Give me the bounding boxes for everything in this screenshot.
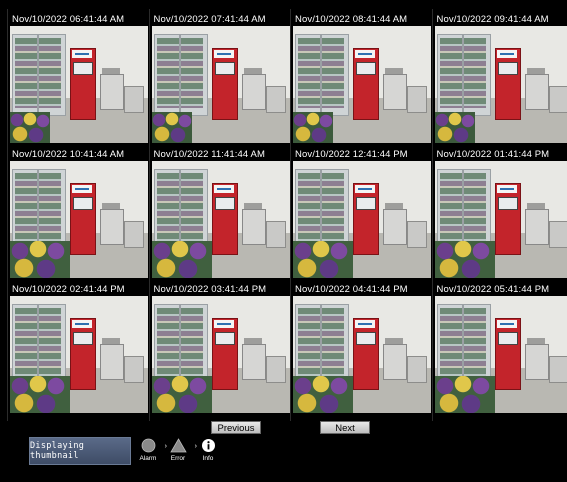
thumbnail-timestamp: Nov/10/2022 03:41:44 PM [153, 284, 267, 295]
camera-thumbnail-image[interactable] [10, 26, 148, 143]
strip-divider [148, 413, 291, 421]
thumbnail-timestamp: Nov/10/2022 05:41:44 PM [436, 284, 550, 295]
thumbnail-timestamp: Nov/10/2022 11:41:44 AM [153, 149, 265, 160]
thumbnail-tile[interactable]: Nov/10/2022 02:41:44 PM [7, 279, 149, 414]
status-bar: Displaying thumbnail Alarm › Error › Inf… [29, 437, 221, 467]
thumbnail-timestamp: Nov/10/2022 07:41:44 AM [153, 14, 266, 25]
displaying-thumbnail-button[interactable]: Displaying thumbnail [29, 437, 131, 465]
camera-thumbnail-image[interactable] [293, 26, 431, 143]
camera-thumbnail-image[interactable] [293, 296, 431, 413]
thumbnail-timestamp: Nov/10/2022 09:41:44 AM [436, 14, 549, 25]
previous-button[interactable]: Previous [211, 421, 261, 434]
thumbnail-timestamp: Nov/10/2022 01:41:44 PM [436, 149, 550, 160]
next-button[interactable]: Next [320, 421, 370, 434]
thumbnail-timestamp: Nov/10/2022 12:41:44 PM [295, 149, 408, 160]
camera-thumbnail-image[interactable] [151, 296, 290, 413]
camera-thumbnail-image[interactable] [434, 296, 567, 413]
error-indicator[interactable]: Error › [165, 437, 197, 465]
thumbnail-tile[interactable]: Nov/10/2022 05:41:44 PM [431, 279, 567, 414]
thumbnail-grid: Nov/10/2022 06:41:44 AM Nov/10/2022 07:41… [7, 9, 567, 414]
thumbnail-timestamp: Nov/10/2022 04:41:44 PM [295, 284, 408, 295]
info-circle-icon [201, 437, 216, 454]
thumbnail-tile[interactable]: Nov/10/2022 10:41:44 AM [7, 144, 149, 279]
info-label: Info [202, 455, 214, 462]
alarm-label: Alarm [139, 455, 157, 462]
thumbnail-tile[interactable]: Nov/10/2022 09:41:44 AM [431, 9, 567, 144]
camera-thumbnail-image[interactable] [10, 296, 148, 413]
thumbnail-tile[interactable]: Nov/10/2022 03:41:44 PM [148, 279, 290, 414]
error-triangle-icon [169, 437, 187, 454]
alarm-indicator[interactable]: Alarm › [135, 437, 167, 465]
error-label: Error [170, 455, 186, 462]
info-indicator[interactable]: Info [195, 437, 221, 465]
thumbnail-viewer: Nov/10/2022 06:41:44 AM Nov/10/2022 07:41… [0, 0, 567, 482]
thumbnail-tile[interactable]: Nov/10/2022 11:41:44 AM [148, 144, 290, 279]
strip-divider [7, 413, 149, 421]
thumbnail-tile[interactable]: Nov/10/2022 04:41:44 PM [290, 279, 432, 414]
thumbnail-timestamp: Nov/10/2022 06:41:44 AM [12, 14, 125, 25]
camera-thumbnail-image[interactable] [434, 26, 567, 143]
camera-thumbnail-image[interactable] [151, 161, 290, 278]
thumbnail-timestamp: Nov/10/2022 08:41:44 AM [295, 14, 408, 25]
thumbnail-tile[interactable]: Nov/10/2022 12:41:44 PM [290, 144, 432, 279]
grid-bottom-strip [7, 413, 567, 421]
thumbnail-timestamp: Nov/10/2022 10:41:44 AM [12, 149, 125, 160]
camera-thumbnail-image[interactable] [151, 26, 290, 143]
displaying-thumbnail-label: Displaying thumbnail [30, 441, 85, 461]
camera-thumbnail-image[interactable] [434, 161, 567, 278]
alarm-circle-icon [141, 437, 156, 454]
strip-divider [431, 413, 567, 421]
thumbnail-tile[interactable]: Nov/10/2022 06:41:44 AM [7, 9, 149, 144]
thumbnail-tile[interactable]: Nov/10/2022 08:41:44 AM [290, 9, 432, 144]
camera-thumbnail-image[interactable] [293, 161, 431, 278]
strip-divider [290, 413, 432, 421]
thumbnail-timestamp: Nov/10/2022 02:41:44 PM [12, 284, 125, 295]
thumbnail-tile[interactable]: Nov/10/2022 01:41:44 PM [431, 144, 567, 279]
thumbnail-tile[interactable]: Nov/10/2022 07:41:44 AM [148, 9, 290, 144]
camera-thumbnail-image[interactable] [10, 161, 148, 278]
